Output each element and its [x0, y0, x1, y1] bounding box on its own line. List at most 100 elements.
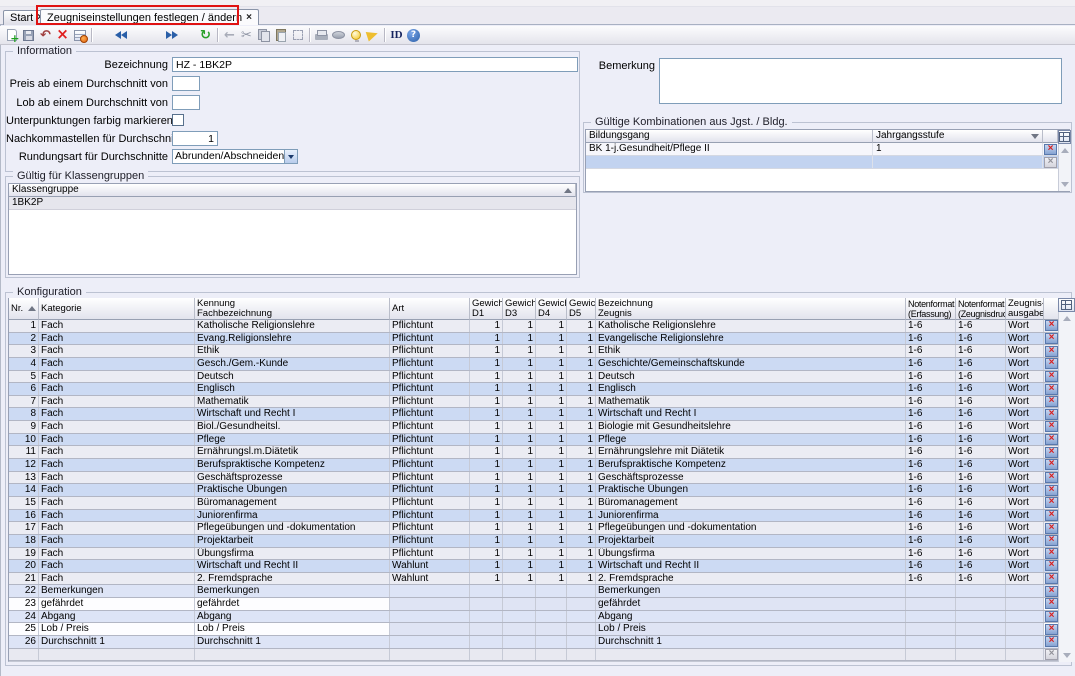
cell-art[interactable]: Pflichtunt [390, 434, 470, 446]
cell-art[interactable] [390, 598, 470, 610]
cell-gewicht-d3[interactable]: 1 [503, 383, 536, 395]
rundungsart-select[interactable]: Abrunden/Abschneiden [172, 149, 298, 164]
row-delete-button[interactable]: × [1045, 447, 1058, 458]
cell-gewicht-d3[interactable]: 1 [503, 345, 536, 357]
cell-gewicht-d1[interactable]: 1 [470, 396, 503, 408]
cell-gewicht-d4[interactable]: 1 [536, 497, 567, 509]
sort-asc-icon[interactable] [28, 306, 36, 311]
cell-zeugnisausgabe[interactable]: Wort [1006, 333, 1044, 345]
cell-notenformat-erfassung[interactable]: 1-6 [906, 484, 956, 496]
cell-kategorie[interactable]: Fach [39, 573, 195, 585]
cell-gewicht-d4[interactable]: 1 [536, 522, 567, 534]
cell-notenformat-erfassung[interactable]: 1-6 [906, 408, 956, 420]
col-header-zeugnisausgabe[interactable]: Zeugnis-ausgabe [1006, 298, 1044, 320]
cell-zeugnisausgabe[interactable]: Wort [1006, 560, 1044, 572]
cell-notenformat-zeugnisdruck[interactable]: 1-6 [956, 408, 1006, 420]
prev-record-button[interactable] [129, 27, 146, 44]
column-chooser-button[interactable] [1058, 298, 1075, 312]
cell-gewicht-d3[interactable] [503, 623, 536, 635]
cell-gewicht-d3[interactable]: 1 [503, 421, 536, 433]
cell-nr[interactable]: 17 [9, 522, 39, 534]
table-row[interactable]: 10FachPflegePflichtunt1111Pflege1-61-6Wo… [9, 434, 1058, 447]
cell-kategorie[interactable]: Fach [39, 434, 195, 446]
cell-empty[interactable] [195, 649, 390, 661]
table-row[interactable]: 13FachGeschäftsprozessePflichtunt1111Ges… [9, 472, 1058, 485]
cell-gewicht-d5[interactable] [567, 585, 596, 597]
print-button[interactable] [313, 27, 330, 44]
cell-notenformat-zeugnisdruck[interactable]: 1-6 [956, 320, 1006, 332]
cell-zeugnisausgabe[interactable] [1006, 585, 1044, 597]
cell-gewicht-d5[interactable]: 1 [567, 535, 596, 547]
column-chooser-button[interactable] [1058, 130, 1071, 144]
row-delete-button[interactable]: × [1045, 510, 1058, 521]
cell-kennung[interactable]: Deutsch [195, 371, 390, 383]
cell-gewicht-d4[interactable]: 1 [536, 510, 567, 522]
cell-notenformat-zeugnisdruck[interactable]: 1-6 [956, 371, 1006, 383]
cell-zeugnisausgabe[interactable] [1006, 611, 1044, 623]
cell-notenformat-zeugnisdruck[interactable]: 1-6 [956, 535, 1006, 547]
cell-notenformat-zeugnisdruck[interactable]: 1-6 [956, 459, 1006, 471]
table-row[interactable]: 2FachEvang.ReligionslehrePflichtunt1111E… [9, 333, 1058, 346]
cell-kennung[interactable]: Abgang [195, 611, 390, 623]
cell-empty[interactable] [567, 649, 596, 661]
cell-gewicht-d1[interactable]: 1 [470, 484, 503, 496]
cell-empty[interactable] [9, 649, 39, 661]
cell-notenformat-erfassung[interactable]: 1-6 [906, 560, 956, 572]
cell-kategorie[interactable]: Fach [39, 421, 195, 433]
cell-nr[interactable]: 21 [9, 573, 39, 585]
cell-notenformat-erfassung[interactable]: 1-6 [906, 434, 956, 446]
cell-nr[interactable]: 7 [9, 396, 39, 408]
cell-kategorie[interactable]: Fach [39, 548, 195, 560]
cell-notenformat-erfassung[interactable]: 1-6 [906, 548, 956, 560]
row-delete-button[interactable]: × [1045, 371, 1058, 382]
cell-art[interactable]: Wahlunt [390, 560, 470, 572]
cell-notenformat-zeugnisdruck[interactable]: 1-6 [956, 522, 1006, 534]
cell-art[interactable]: Pflichtunt [390, 320, 470, 332]
col-header-gewicht-d3[interactable]: GewichtD3 [503, 298, 536, 320]
cell-gewicht-d4[interactable] [536, 636, 567, 648]
cell-gewicht-d5[interactable]: 1 [567, 396, 596, 408]
cell-zeugnis[interactable]: Büromanagement [596, 497, 906, 509]
cell-gewicht-d1[interactable]: 1 [470, 345, 503, 357]
cell-kategorie[interactable]: Fach [39, 383, 195, 395]
row-delete-button[interactable]: × [1045, 472, 1058, 483]
row-delete-button[interactable]: × [1045, 573, 1058, 584]
cell-gewicht-d4[interactable]: 1 [536, 484, 567, 496]
lob-input[interactable] [172, 95, 200, 110]
fast-prev-button[interactable] [112, 27, 129, 44]
cell-gewicht-d3[interactable]: 1 [503, 396, 536, 408]
cell-kategorie[interactable]: Fach [39, 345, 195, 357]
cell-zeugnis[interactable]: Pflegeübungen und -dokumentation [596, 522, 906, 534]
row-delete-button[interactable]: × [1045, 421, 1058, 432]
col-header-gewicht-d5[interactable]: GewichtD5 [567, 298, 596, 320]
cell-art[interactable]: Pflichtunt [390, 497, 470, 509]
cell-gewicht-d1[interactable]: 1 [470, 383, 503, 395]
cell-gewicht-d5[interactable]: 1 [567, 408, 596, 420]
cell-kategorie[interactable]: Fach [39, 522, 195, 534]
cell-gewicht-d3[interactable] [503, 598, 536, 610]
cell-gewicht-d5[interactable]: 1 [567, 320, 596, 332]
cell-zeugnis[interactable]: Bemerkungen [596, 585, 906, 597]
preview-button[interactable] [330, 27, 347, 44]
cell-gewicht-d4[interactable]: 1 [536, 421, 567, 433]
cell-gewicht-d3[interactable]: 1 [503, 560, 536, 572]
table-row[interactable]: 22BemerkungenBemerkungenBemerkungen× [9, 585, 1058, 598]
cell-kategorie[interactable]: Fach [39, 396, 195, 408]
cell-gewicht-d3[interactable]: 1 [503, 484, 536, 496]
preis-input[interactable] [172, 76, 200, 91]
row-delete-button[interactable]: × [1045, 384, 1058, 395]
row-delete-button[interactable]: × [1044, 144, 1057, 155]
col-header-klassengruppe[interactable]: Klassengruppe [9, 184, 576, 197]
cell-gewicht-d4[interactable]: 1 [536, 548, 567, 560]
cell-gewicht-d3[interactable]: 1 [503, 320, 536, 332]
cell-nr[interactable]: 14 [9, 484, 39, 496]
cell-bildungsgang[interactable]: BK 1-j.Gesundheit/Pflege II [586, 143, 873, 155]
cell-kennung[interactable]: Übungsfirma [195, 548, 390, 560]
cell-zeugnis[interactable]: Englisch [596, 383, 906, 395]
cell-notenformat-erfassung[interactable]: 1-6 [906, 421, 956, 433]
cell-notenformat-erfassung[interactable]: 1-6 [906, 510, 956, 522]
cell-nr[interactable]: 13 [9, 472, 39, 484]
cell-notenformat-erfassung[interactable]: 1-6 [906, 497, 956, 509]
cell-notenformat-zeugnisdruck[interactable] [956, 585, 1006, 597]
cell-empty[interactable] [470, 649, 503, 661]
